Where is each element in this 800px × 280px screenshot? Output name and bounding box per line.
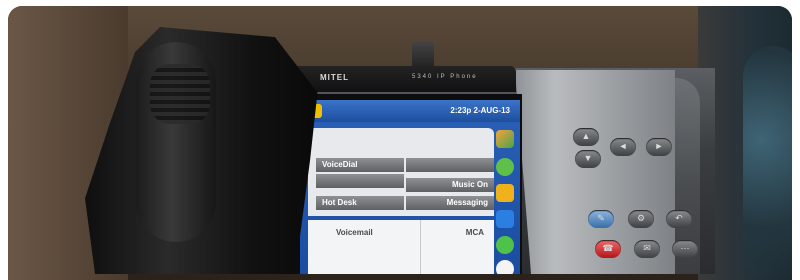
- voicedial-key[interactable]: VoiceDial: [316, 158, 404, 172]
- music-on-key[interactable]: Music On: [406, 178, 494, 192]
- blank-key-1[interactable]: [406, 158, 494, 172]
- more-icon: ⋯: [680, 243, 690, 253]
- right-button[interactable]: ►: [646, 138, 672, 156]
- down-arrow-icon: ▼: [583, 153, 593, 163]
- chat-icon[interactable]: [496, 158, 514, 176]
- message-button[interactable]: ✉: [634, 240, 660, 258]
- up-arrow-icon: ▲: [581, 131, 591, 141]
- info-icon[interactable]: [496, 260, 514, 274]
- transfer-icon[interactable]: [496, 210, 514, 228]
- blue-key-button[interactable]: ✎: [588, 210, 614, 228]
- blank-key-2[interactable]: [316, 174, 404, 188]
- background-object: [743, 46, 792, 280]
- left-button[interactable]: ◄: [610, 138, 636, 156]
- status-time: 2:23p 2-AUG-13: [450, 106, 510, 115]
- message-icon: ✉: [643, 243, 651, 253]
- more-button[interactable]: ⋯: [672, 240, 698, 258]
- brand-logo: MITEL: [320, 73, 349, 82]
- softkey-panel: VoiceDial Music On Hot Desk Messaging: [308, 128, 494, 216]
- contacts-icon[interactable]: [496, 130, 514, 148]
- help-icon[interactable]: [496, 236, 514, 254]
- edit-icon: ✎: [597, 213, 605, 223]
- voicemail-cell[interactable]: Voicemail: [308, 220, 421, 274]
- redial-button[interactable]: ↶: [666, 210, 692, 228]
- mca-label: MCA: [465, 228, 484, 237]
- messaging-key[interactable]: Messaging: [406, 196, 494, 210]
- handset-grip: [150, 64, 210, 124]
- phone-screen: 2:23p 2-AUG-13 VoiceDial Music On Hot De…: [300, 100, 520, 274]
- model-label: 5340 IP Phone: [412, 74, 478, 80]
- voicemail-label: Voicemail: [336, 228, 373, 237]
- redial-icon: ↶: [675, 213, 683, 223]
- red-key-button[interactable]: ☎: [595, 240, 621, 258]
- hot-desk-key[interactable]: Hot Desk: [316, 196, 404, 210]
- side-icon-bar: [492, 128, 518, 274]
- mca-cell[interactable]: MCA: [420, 220, 494, 274]
- photo-frame: MITEL 5340 IP Phone 2:23p 2-AUG-13 Voice…: [0, 0, 800, 280]
- phone-icon: ☎: [602, 243, 614, 253]
- app-list: Voicemail MCA: [308, 220, 494, 274]
- left-arrow-icon: ◄: [618, 141, 628, 151]
- folder-icon[interactable]: [496, 184, 514, 202]
- up-button[interactable]: ▲: [573, 128, 599, 146]
- settings-icon: ⚙: [636, 213, 646, 223]
- settings-button[interactable]: ⚙: [628, 210, 654, 228]
- down-button[interactable]: ▼: [575, 150, 601, 168]
- right-arrow-icon: ►: [654, 141, 664, 151]
- status-bar: 2:23p 2-AUG-13: [300, 100, 520, 122]
